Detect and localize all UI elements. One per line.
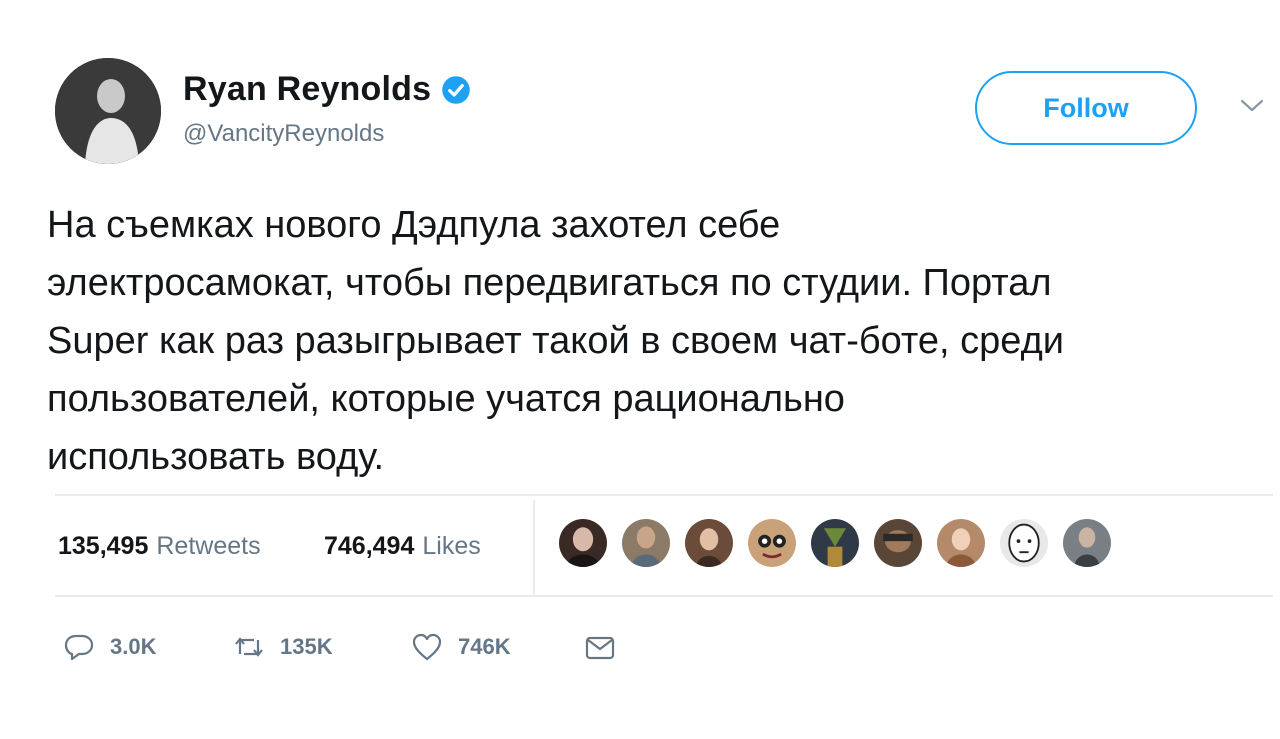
stats-separator bbox=[533, 500, 535, 596]
avatar-image-icon bbox=[55, 58, 161, 164]
liker-avatar-3[interactable] bbox=[683, 517, 735, 569]
direct-message-button[interactable] bbox=[583, 630, 617, 664]
liker-avatars bbox=[557, 517, 1124, 577]
divider-bottom bbox=[55, 595, 1273, 597]
divider-top bbox=[55, 494, 1273, 496]
envelope-icon bbox=[585, 636, 615, 660]
profile-avatar[interactable] bbox=[55, 58, 161, 164]
heart-icon bbox=[412, 633, 442, 661]
likes-stat[interactable]: 746,494 Likes bbox=[324, 532, 481, 561]
liker-avatar-2[interactable] bbox=[620, 517, 672, 569]
tweet-actions bbox=[0, 620, 1280, 680]
reply-button[interactable]: 3.0K bbox=[62, 630, 156, 664]
reply-icon bbox=[64, 634, 94, 661]
retweets-count: 135,495 bbox=[58, 532, 149, 560]
liker-avatar-7[interactable] bbox=[935, 517, 987, 569]
retweet-count: 135K bbox=[280, 634, 333, 659]
retweets-stat[interactable]: 135,495 Retweets bbox=[58, 532, 261, 561]
verified-badge-icon bbox=[442, 75, 470, 104]
likes-label: Likes bbox=[422, 532, 481, 560]
chevron-down-icon[interactable] bbox=[1238, 96, 1266, 116]
liker-avatar-1[interactable] bbox=[557, 517, 609, 569]
likes-count: 746,494 bbox=[324, 532, 415, 560]
follow-button[interactable]: Follow bbox=[975, 71, 1197, 145]
liker-avatar-5[interactable] bbox=[809, 517, 861, 569]
liker-avatar-8[interactable] bbox=[998, 517, 1050, 569]
display-name[interactable]: Ryan Reynolds bbox=[183, 70, 431, 109]
liker-avatar-6[interactable] bbox=[872, 517, 924, 569]
liker-avatar-9[interactable] bbox=[1061, 517, 1113, 569]
tweet-header: Ryan Reynolds @VancityReynolds Follow bbox=[0, 0, 1280, 180]
retweet-icon bbox=[235, 637, 263, 657]
liker-avatar-4[interactable] bbox=[746, 517, 798, 569]
like-button[interactable]: 746K bbox=[410, 630, 511, 664]
reply-count: 3.0K bbox=[110, 634, 157, 659]
like-count: 746K bbox=[458, 634, 511, 659]
tweet-text: На съемках нового Дэдпула захотел себе э… bbox=[47, 204, 1064, 478]
retweets-label: Retweets bbox=[156, 532, 261, 560]
name-row: Ryan Reynolds bbox=[183, 70, 471, 109]
retweet-button[interactable]: 135K bbox=[232, 630, 333, 664]
user-handle[interactable]: @VancityReynolds bbox=[183, 120, 384, 148]
